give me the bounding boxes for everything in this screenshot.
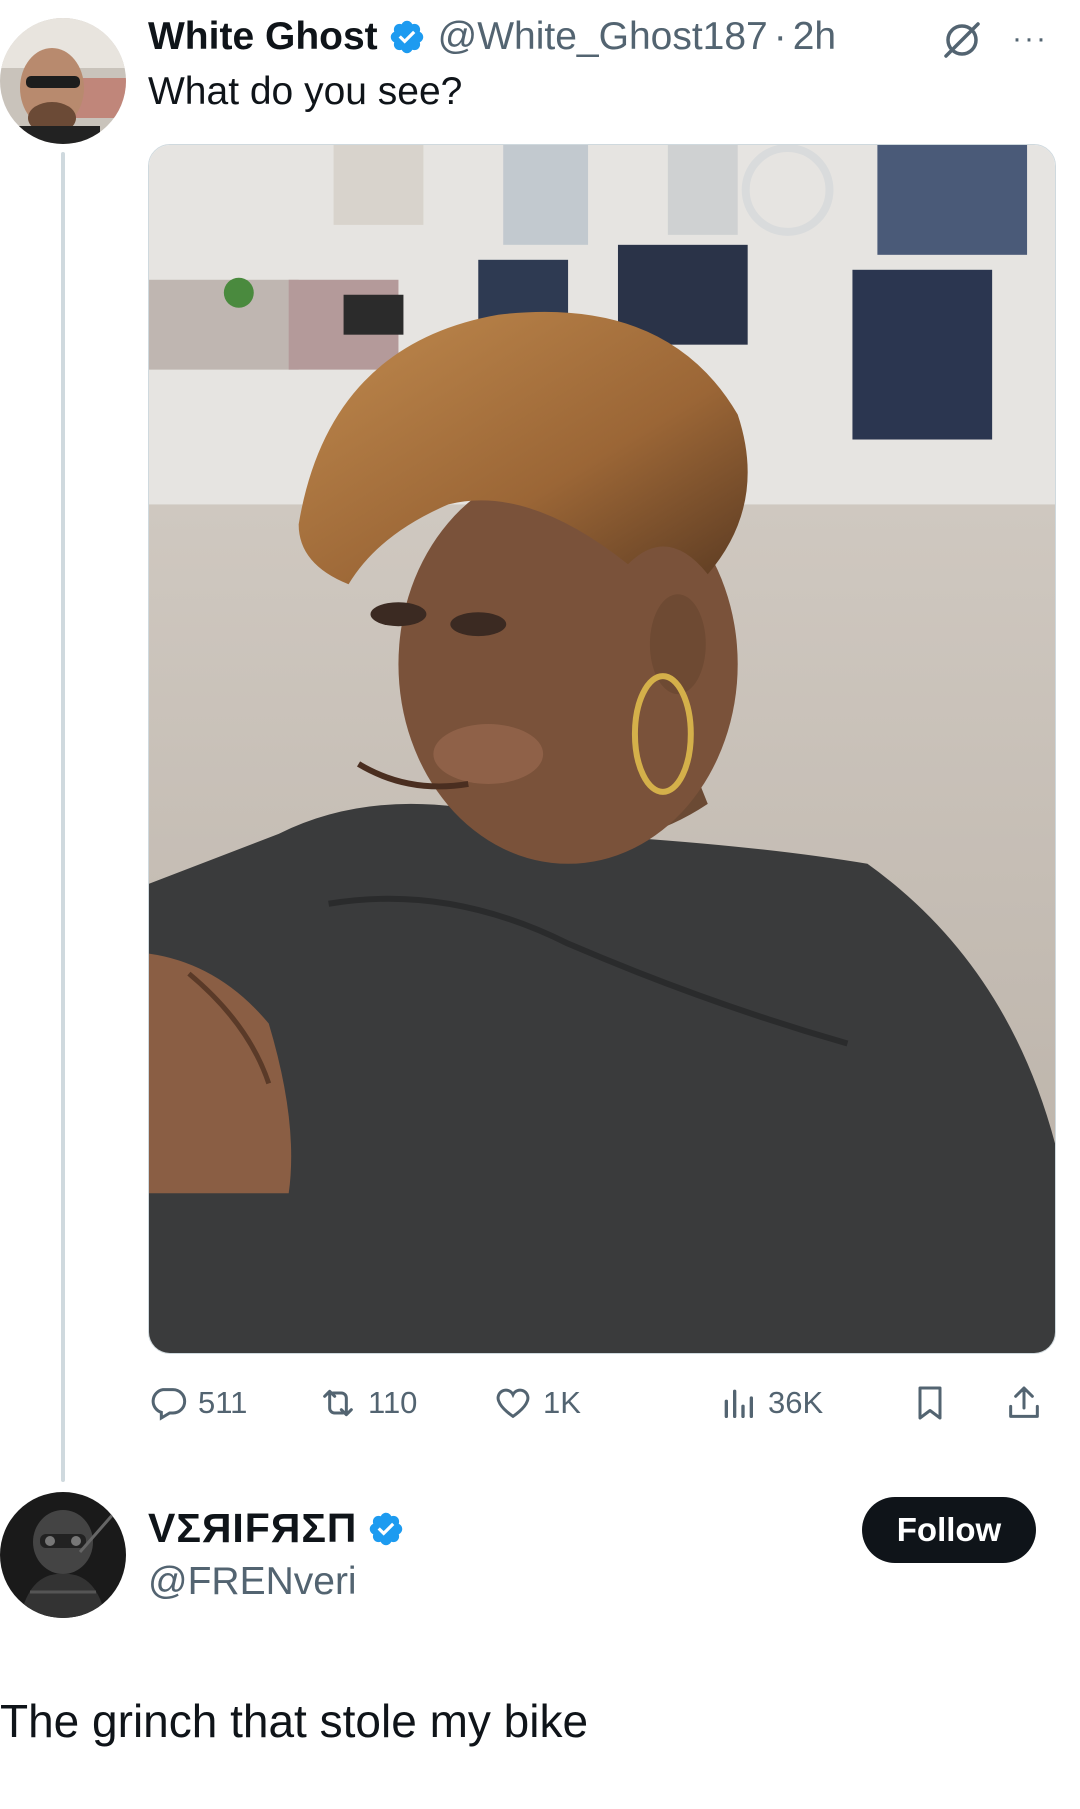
tweet-header: White Ghost @White_Ghost187 · 2h bbox=[148, 12, 836, 62]
bookmark-button[interactable] bbox=[910, 1378, 950, 1428]
tweet-actions: 511 110 1K 36K bbox=[148, 1378, 1056, 1428]
more-icon[interactable]: ··· bbox=[1012, 22, 1056, 55]
thread-connector-line bbox=[61, 152, 65, 1482]
repost-count: 110 bbox=[368, 1385, 418, 1420]
reply-header: VΣЯIFЯΣП bbox=[148, 1505, 405, 1552]
repost-button[interactable]: 110 bbox=[318, 1378, 417, 1428]
reply-text: The grinch that stole my bike bbox=[0, 1695, 589, 1747]
views-button[interactable]: 36K bbox=[718, 1378, 823, 1428]
grok-icon[interactable] bbox=[940, 18, 984, 62]
reply-author-avatar[interactable] bbox=[0, 1492, 126, 1618]
reply-button[interactable]: 511 bbox=[148, 1378, 247, 1428]
separator-dot: · bbox=[773, 15, 787, 58]
views-icon bbox=[718, 1383, 758, 1423]
like-count: 1K bbox=[543, 1385, 581, 1420]
tweet-image[interactable] bbox=[148, 144, 1056, 1354]
repost-icon bbox=[318, 1383, 358, 1423]
reply-author-name[interactable]: VΣЯIFЯΣП bbox=[148, 1505, 357, 1552]
share-button[interactable] bbox=[1004, 1378, 1044, 1428]
verified-badge-icon[interactable] bbox=[367, 1510, 405, 1548]
reply-icon bbox=[148, 1383, 188, 1423]
reply-count: 511 bbox=[198, 1385, 248, 1420]
author-avatar[interactable] bbox=[0, 18, 126, 144]
author-handle[interactable]: @White_Ghost187 bbox=[438, 15, 768, 59]
bookmark-icon bbox=[910, 1383, 950, 1423]
like-icon bbox=[493, 1383, 533, 1423]
share-icon bbox=[1004, 1383, 1044, 1423]
reply-author-handle[interactable]: @FRENveri bbox=[148, 1560, 357, 1604]
verified-badge-icon[interactable] bbox=[388, 18, 426, 56]
views-count: 36K bbox=[768, 1385, 824, 1420]
like-button[interactable]: 1K bbox=[493, 1378, 581, 1428]
tweet-text: What do you see? bbox=[148, 70, 463, 113]
author-name[interactable]: White Ghost bbox=[148, 15, 378, 59]
timestamp[interactable]: 2h bbox=[793, 15, 836, 59]
follow-button[interactable]: Follow bbox=[862, 1497, 1036, 1563]
